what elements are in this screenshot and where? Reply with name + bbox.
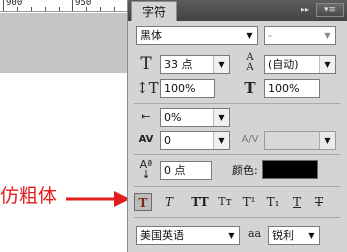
tracking-icon: A/V: [241, 134, 259, 145]
chevron-down-icon: ▼: [304, 227, 319, 244]
small-caps-button[interactable]: Tт: [214, 193, 236, 211]
chevron-down-icon: ▼: [319, 132, 335, 149]
faux-italic-button[interactable]: T: [160, 193, 178, 211]
strikethrough-button[interactable]: T: [310, 193, 328, 211]
superscript-button[interactable]: T¹: [238, 193, 260, 211]
horizontal-scale-input[interactable]: 100%: [264, 79, 320, 98]
vertical-scale-icon: ↕T: [136, 79, 159, 97]
chevron-down-icon: ▼: [320, 27, 335, 44]
ruler-tick: [100, 7, 101, 11]
language-value: 美国英语: [140, 229, 184, 242]
faux-bold-button[interactable]: T: [134, 193, 152, 211]
leading-select[interactable]: (自动) ▼: [264, 55, 336, 74]
tsume-value: 0%: [164, 111, 182, 124]
kerning-value: 0: [164, 134, 171, 147]
canvas-pasteboard: [0, 13, 128, 73]
baseline-shift-input[interactable]: 0 点: [160, 161, 212, 180]
font-family-select[interactable]: 黑体 ▼: [136, 26, 258, 45]
ruler-label-950: 950: [75, 0, 92, 8]
tab-character[interactable]: 字符: [131, 1, 177, 21]
font-style-select[interactable]: - ▼: [264, 26, 336, 45]
leading-icon: AA: [246, 52, 254, 73]
chevron-down-icon: ▼: [319, 56, 335, 73]
ruler-tick: [114, 7, 115, 11]
tsume-icon: ⇤: [141, 110, 151, 123]
language-select[interactable]: 美国英语 ▼: [136, 226, 240, 245]
ruler-tick: [45, 7, 46, 11]
panel-menu-icon[interactable]: ▾≡: [316, 3, 344, 17]
divider: [134, 154, 340, 155]
antialias-value: 锐利: [272, 229, 294, 242]
ruler-tick: [59, 7, 60, 11]
ruler-tick: [17, 7, 18, 11]
text-color-swatch[interactable]: [262, 160, 318, 179]
chevron-down-icon: ▼: [213, 56, 229, 73]
chevron-down-icon: ▼: [242, 27, 257, 44]
font-size-value: 33 点: [164, 58, 193, 71]
divider: [134, 186, 340, 187]
leading-value: (自动): [268, 58, 299, 71]
antialias-icon: aa: [248, 227, 262, 240]
ruler-tick: [72, 0, 73, 11]
chevron-down-icon: ▼: [213, 109, 229, 126]
font-size-icon: T: [140, 54, 152, 74]
underline-button[interactable]: T: [288, 193, 306, 211]
ruler-tick: [31, 7, 32, 11]
horizontal-ruler: 900 950: [0, 0, 130, 12]
divider: [134, 103, 340, 104]
baseline-shift-icon: Aª ↓: [139, 158, 153, 181]
tracking-select[interactable]: ▼: [264, 131, 336, 150]
font-style-value: -: [268, 29, 272, 42]
all-caps-button[interactable]: TT: [188, 193, 212, 211]
subscript-button[interactable]: T₁: [262, 193, 284, 211]
annotation-label: 仿粗体: [0, 185, 58, 207]
ruler-tick: [3, 0, 4, 11]
divider: [134, 217, 340, 218]
ruler-label-900: 900: [6, 0, 23, 8]
horizontal-scale-icon: T: [244, 79, 256, 97]
vertical-scale-input[interactable]: 100%: [160, 79, 215, 98]
kerning-icon: AV: [138, 134, 154, 145]
chevron-down-icon: ▼: [224, 227, 239, 244]
chevron-down-icon: ▼: [213, 132, 229, 149]
color-label: 颜色:: [232, 164, 258, 177]
antialias-select[interactable]: 锐利 ▼: [268, 226, 320, 245]
ruler-tick: [86, 7, 87, 11]
annotation-arrow: [66, 191, 130, 207]
font-family-value: 黑体: [140, 29, 162, 42]
collapse-panel-icon[interactable]: ▸▸: [296, 4, 314, 16]
kerning-select[interactable]: 0 ▼: [160, 131, 230, 150]
font-size-select[interactable]: 33 点 ▼: [160, 55, 230, 74]
tsume-select[interactable]: 0% ▼: [160, 108, 230, 127]
